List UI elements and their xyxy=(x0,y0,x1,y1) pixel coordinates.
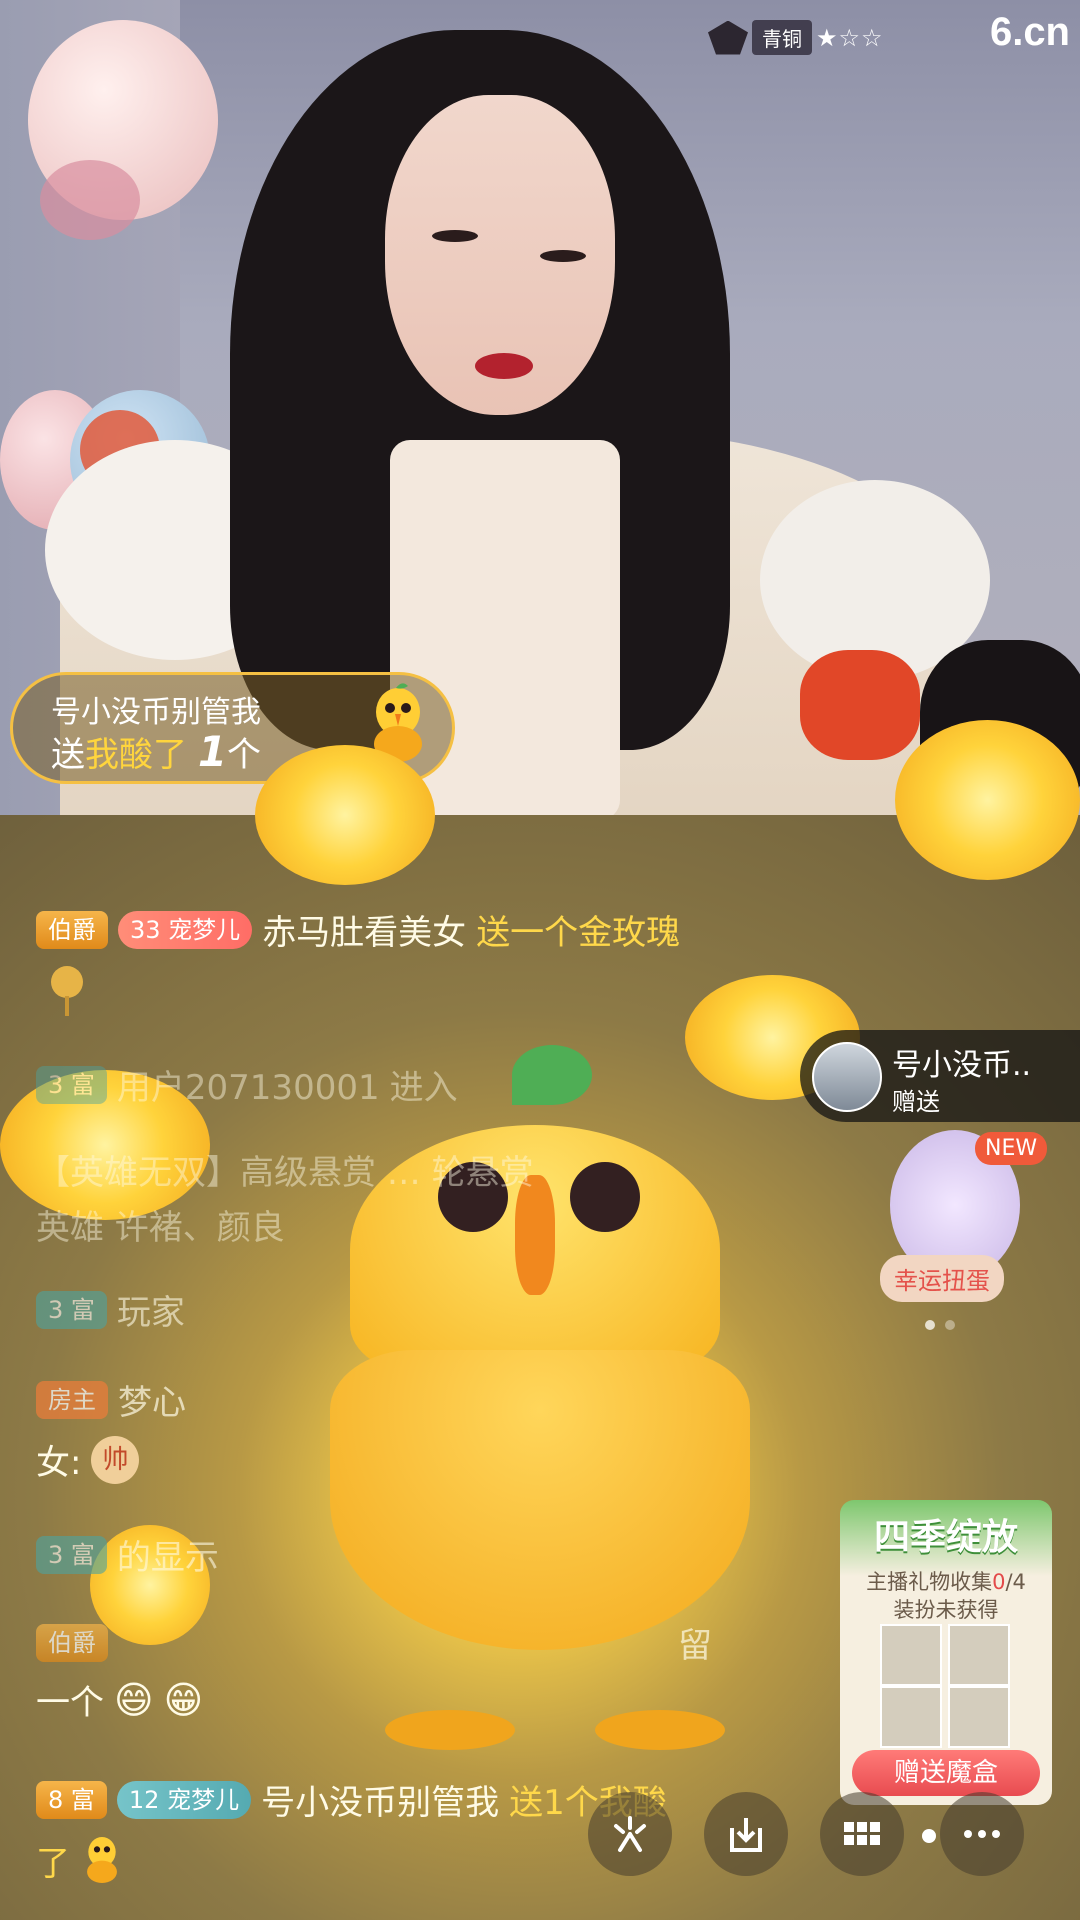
new-badge: NEW xyxy=(975,1132,1048,1165)
gift-sender-card[interactable]: 号小没币.. 赠送 xyxy=(800,1030,1080,1122)
eye xyxy=(432,230,478,242)
chat-message: 英雄 许褚、颜良 xyxy=(36,1200,1016,1249)
chat-text: 送一个金玫瑰 xyxy=(476,913,681,953)
sender-action: 赠送 xyxy=(892,1088,940,1116)
lemon-slice xyxy=(255,745,435,885)
download-button[interactable] xyxy=(704,1792,788,1876)
balloon xyxy=(40,160,140,240)
sparkle-icon xyxy=(614,1816,646,1852)
level-badge: 伯爵 xyxy=(36,910,108,949)
gift-name: 我酸了 xyxy=(85,735,187,775)
grid-button[interactable] xyxy=(820,1792,904,1876)
sparkle-button[interactable] xyxy=(588,1792,672,1876)
season-title: 四季绽放 xyxy=(873,1517,1018,1558)
gift-sender: 号小没币别管我 xyxy=(51,695,261,730)
wealth-badge: 3 富 xyxy=(36,1065,107,1104)
chat-message: 女: 帅 xyxy=(36,1435,1016,1484)
page-indicator-dot xyxy=(922,1829,936,1843)
chat-message: 房主 梦心 xyxy=(36,1375,1016,1424)
wealth-badge: 3 富 xyxy=(36,1535,107,1574)
sender-name: 号小没币.. xyxy=(892,1048,1032,1083)
live-video[interactable]: 青铜 ★☆☆ 6.cn 号小没币别管我 送我酸了 1个 xyxy=(0,0,1080,815)
chat-text: 一个 xyxy=(36,1683,104,1723)
pet-level: 33 xyxy=(130,915,161,944)
chat-username[interactable]: 号小没币别管我 xyxy=(261,1775,499,1824)
site-logo: 6.cn xyxy=(989,10,1070,54)
gift-thumbnail xyxy=(880,1686,942,1748)
chick-gift-icon xyxy=(87,1836,117,1884)
lucky-egg-button[interactable]: 幸运扭蛋 xyxy=(880,1255,1004,1302)
rank-shield-icon xyxy=(708,20,748,55)
chat-text: 的显示 xyxy=(116,1538,219,1578)
rank-stars: ★☆☆ xyxy=(816,23,884,52)
chat-username[interactable]: 赤马肚看美女 xyxy=(262,905,466,954)
collect-progress: 主播礼物收集0/4 xyxy=(840,1566,1052,1596)
more-icon xyxy=(964,1830,1000,1838)
red-bow xyxy=(800,650,920,760)
chat-text: 【英雄无双】高级悬赏 … 轮悬赏 xyxy=(36,1153,534,1193)
level-badge: 伯爵 xyxy=(36,1623,108,1662)
lemon-slice xyxy=(895,720,1080,880)
collect-count: 0 xyxy=(992,1570,1006,1594)
chat-text: 了 xyxy=(36,1843,70,1884)
chat-message: 伯爵 33 宠梦儿 赤马肚看美女 送一个金玫瑰 xyxy=(36,905,1016,954)
chat-text: 进入 xyxy=(389,1068,458,1108)
pet-badge: 33 宠梦儿 xyxy=(118,910,253,949)
costume-status: 装扮未获得 xyxy=(893,1598,999,1622)
collect-total: /4 xyxy=(1005,1570,1026,1594)
pet-name: 宠梦儿 xyxy=(168,915,241,944)
gift-thumbnail xyxy=(880,1624,942,1686)
chat-username[interactable]: 用户207130001 xyxy=(117,1060,380,1109)
chat-text: 玩家 xyxy=(116,1293,185,1333)
avatar xyxy=(812,1042,882,1112)
handsome-icon: 帅 xyxy=(91,1435,140,1484)
chat-message: 3 富 玩家 xyxy=(36,1285,1016,1334)
smile-emoji-icon: 😄 xyxy=(114,1677,154,1722)
chat-text: 英雄 许褚、颜良 xyxy=(36,1208,285,1248)
carousel-dots xyxy=(925,1320,955,1330)
chat-text: 留 xyxy=(678,1626,712,1666)
grin-emoji-icon: 😁 xyxy=(163,1677,204,1722)
gift-unit: 个 xyxy=(227,735,262,775)
chat-text: 女: xyxy=(36,1443,82,1483)
gift-send-word: 送 xyxy=(51,735,85,775)
pet-level: 12 xyxy=(128,1785,160,1814)
gift-message: 送我酸了 1个 xyxy=(51,727,261,776)
chat-text: 梦心 xyxy=(118,1383,186,1423)
carousel-dot xyxy=(945,1320,955,1330)
send-magic-box-button[interactable]: 赠送魔盒 xyxy=(852,1750,1040,1796)
gift-thumbnail xyxy=(948,1686,1010,1748)
rose-icon xyxy=(51,966,83,1016)
lips xyxy=(475,353,533,379)
collect-label: 主播礼物收集 xyxy=(866,1570,993,1594)
grid-icon xyxy=(844,1822,880,1845)
gift-thumbnail xyxy=(948,1624,1010,1686)
rank-label: 青铜 xyxy=(752,20,812,55)
gift-count: 1 xyxy=(197,727,228,776)
download-icon xyxy=(730,1818,762,1852)
more-button[interactable] xyxy=(940,1792,1024,1876)
anchor-rank[interactable]: 青铜 ★☆☆ xyxy=(708,20,884,55)
eye xyxy=(540,250,586,262)
host-badge: 房主 xyxy=(36,1380,108,1419)
wealth-badge: 8 富 xyxy=(36,1780,107,1819)
pet-name: 宠梦儿 xyxy=(167,1785,240,1814)
chat-message: 【英雄无双】高级悬赏 … 轮悬赏 xyxy=(36,1145,1016,1194)
season-event-card[interactable]: 四季绽放 主播礼物收集0/4 装扮未获得 赠送魔盒 xyxy=(840,1500,1052,1805)
carousel-dot xyxy=(925,1320,935,1330)
pet-badge: 12 宠梦儿 xyxy=(116,1780,252,1819)
wealth-badge: 3 富 xyxy=(36,1290,107,1329)
